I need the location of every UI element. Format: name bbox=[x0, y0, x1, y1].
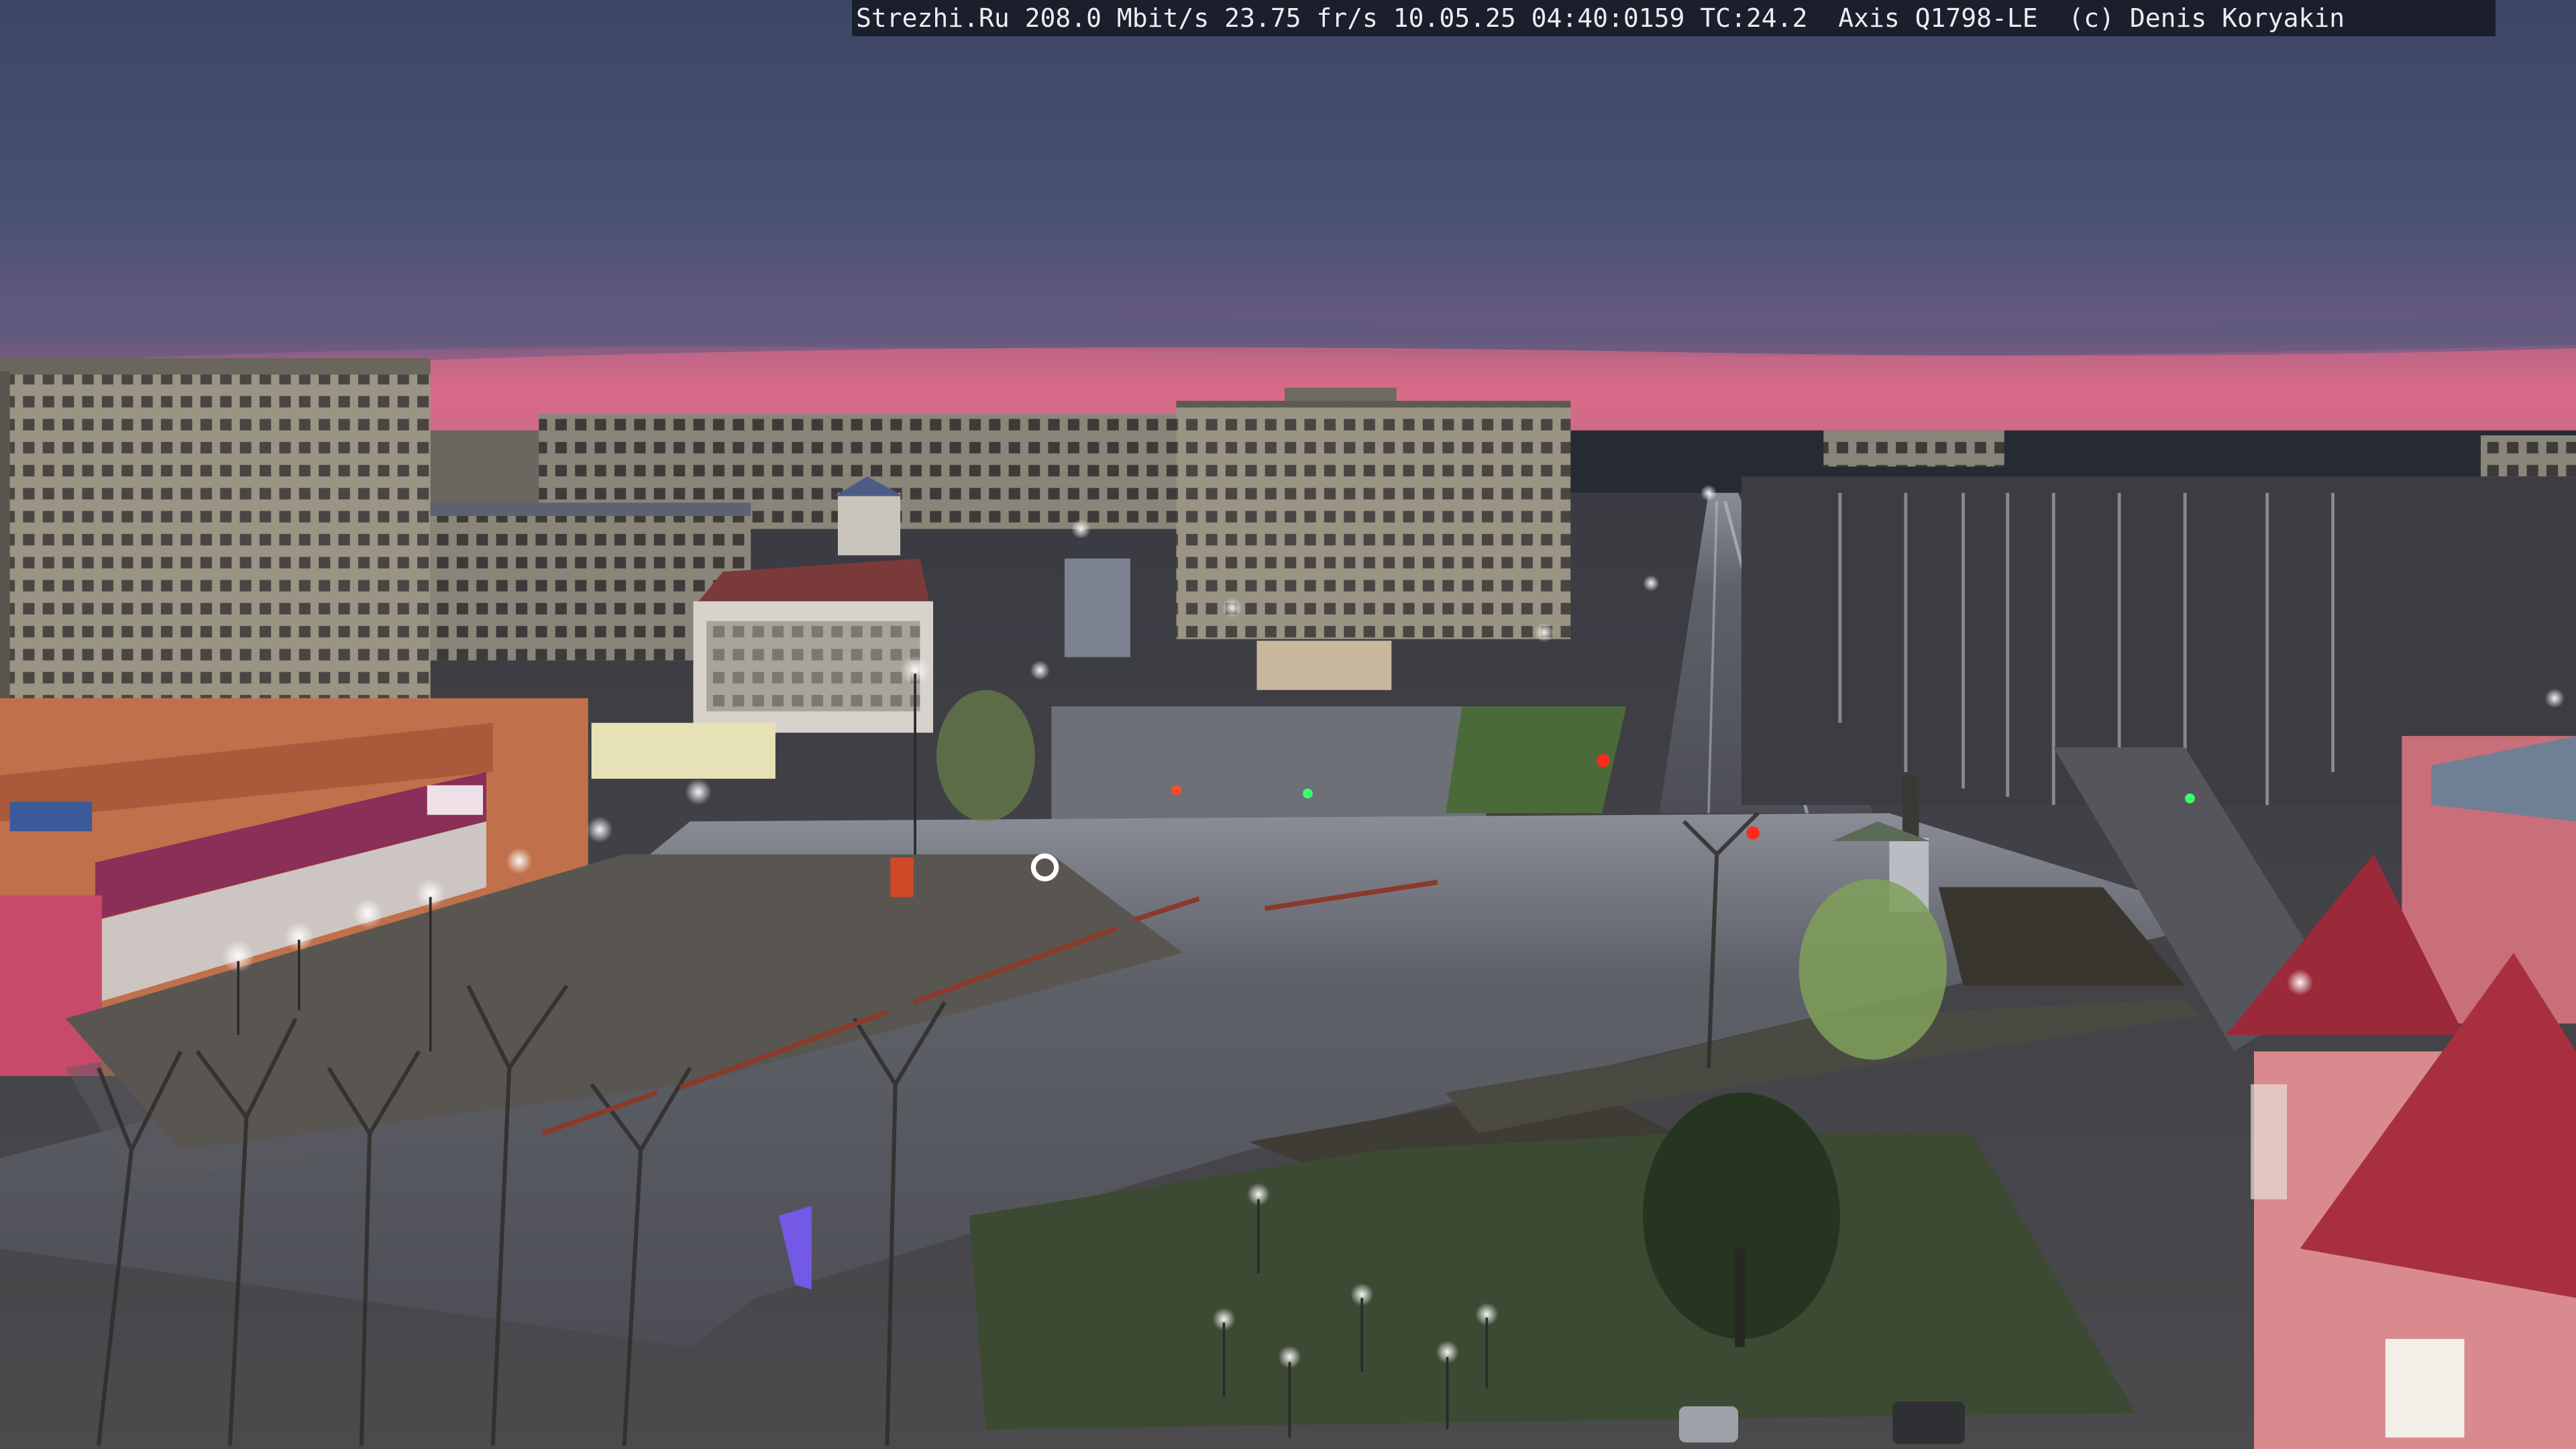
webcam-frame: Strezhi.Ru 208.0 Mbit/s 23.75 fr/s 10.05… bbox=[0, 0, 2576, 1449]
camera-osd-caption: Strezhi.Ru 208.0 Mbit/s 23.75 fr/s 10.05… bbox=[852, 0, 2496, 36]
camera-view bbox=[0, 0, 2576, 1449]
